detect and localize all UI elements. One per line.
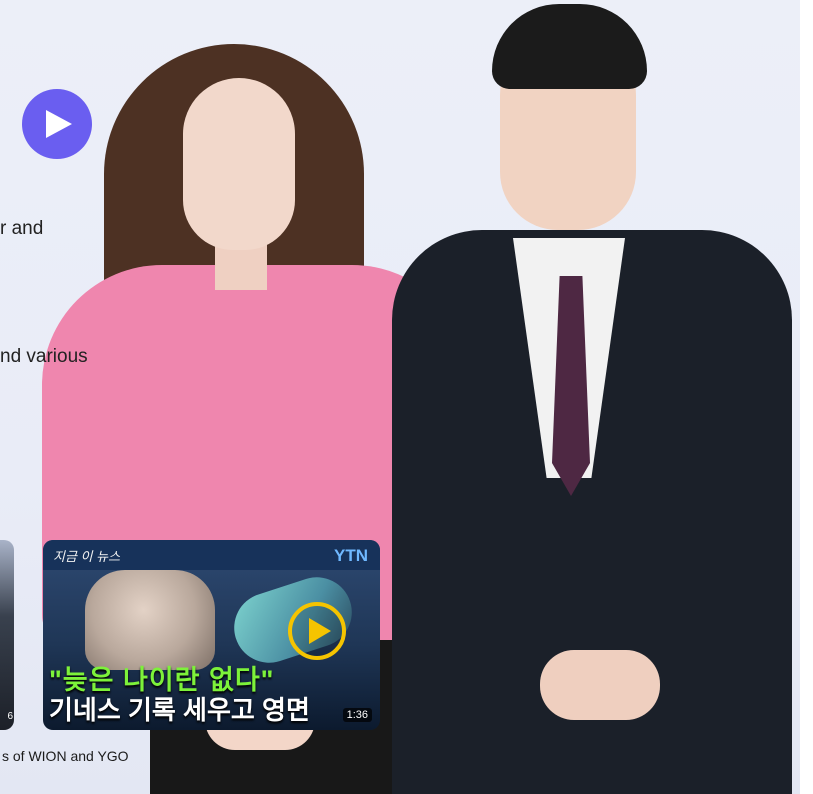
video-duration: 1:36	[342, 708, 372, 722]
page-edge	[800, 0, 813, 794]
thumbnail-headline-line2: 기네스 기록 세우고 영면	[49, 695, 310, 725]
hero-play-button[interactable]	[22, 89, 92, 159]
channel-tag: 지금 이 뉴스	[53, 549, 121, 564]
thumbnail-play-button[interactable]	[288, 602, 346, 660]
play-icon	[309, 618, 331, 644]
video-duration: 6	[7, 711, 13, 722]
male-anchor-hair	[492, 4, 647, 89]
video-thumbnail-partial[interactable]: 6	[0, 540, 14, 730]
play-icon	[46, 110, 72, 138]
source-caption: s of WION and YGO	[2, 748, 129, 764]
thumbnail-elder-figure	[85, 570, 215, 670]
channel-brand-logo: YTN	[334, 546, 368, 565]
video-thumbnail[interactable]: 지금 이 뉴스 YTN "늦은 나이란 없다" 기네스 기록 세우고 영면 1:…	[43, 540, 380, 730]
male-anchor-hands	[540, 650, 660, 720]
description-fragment-1: r and	[0, 218, 44, 239]
page: r and nd various 6 지금 이 뉴스 YTN "늦은 나이란 없…	[0, 0, 800, 794]
description-fragment-2: nd various	[0, 346, 88, 367]
female-anchor-face	[183, 78, 295, 250]
